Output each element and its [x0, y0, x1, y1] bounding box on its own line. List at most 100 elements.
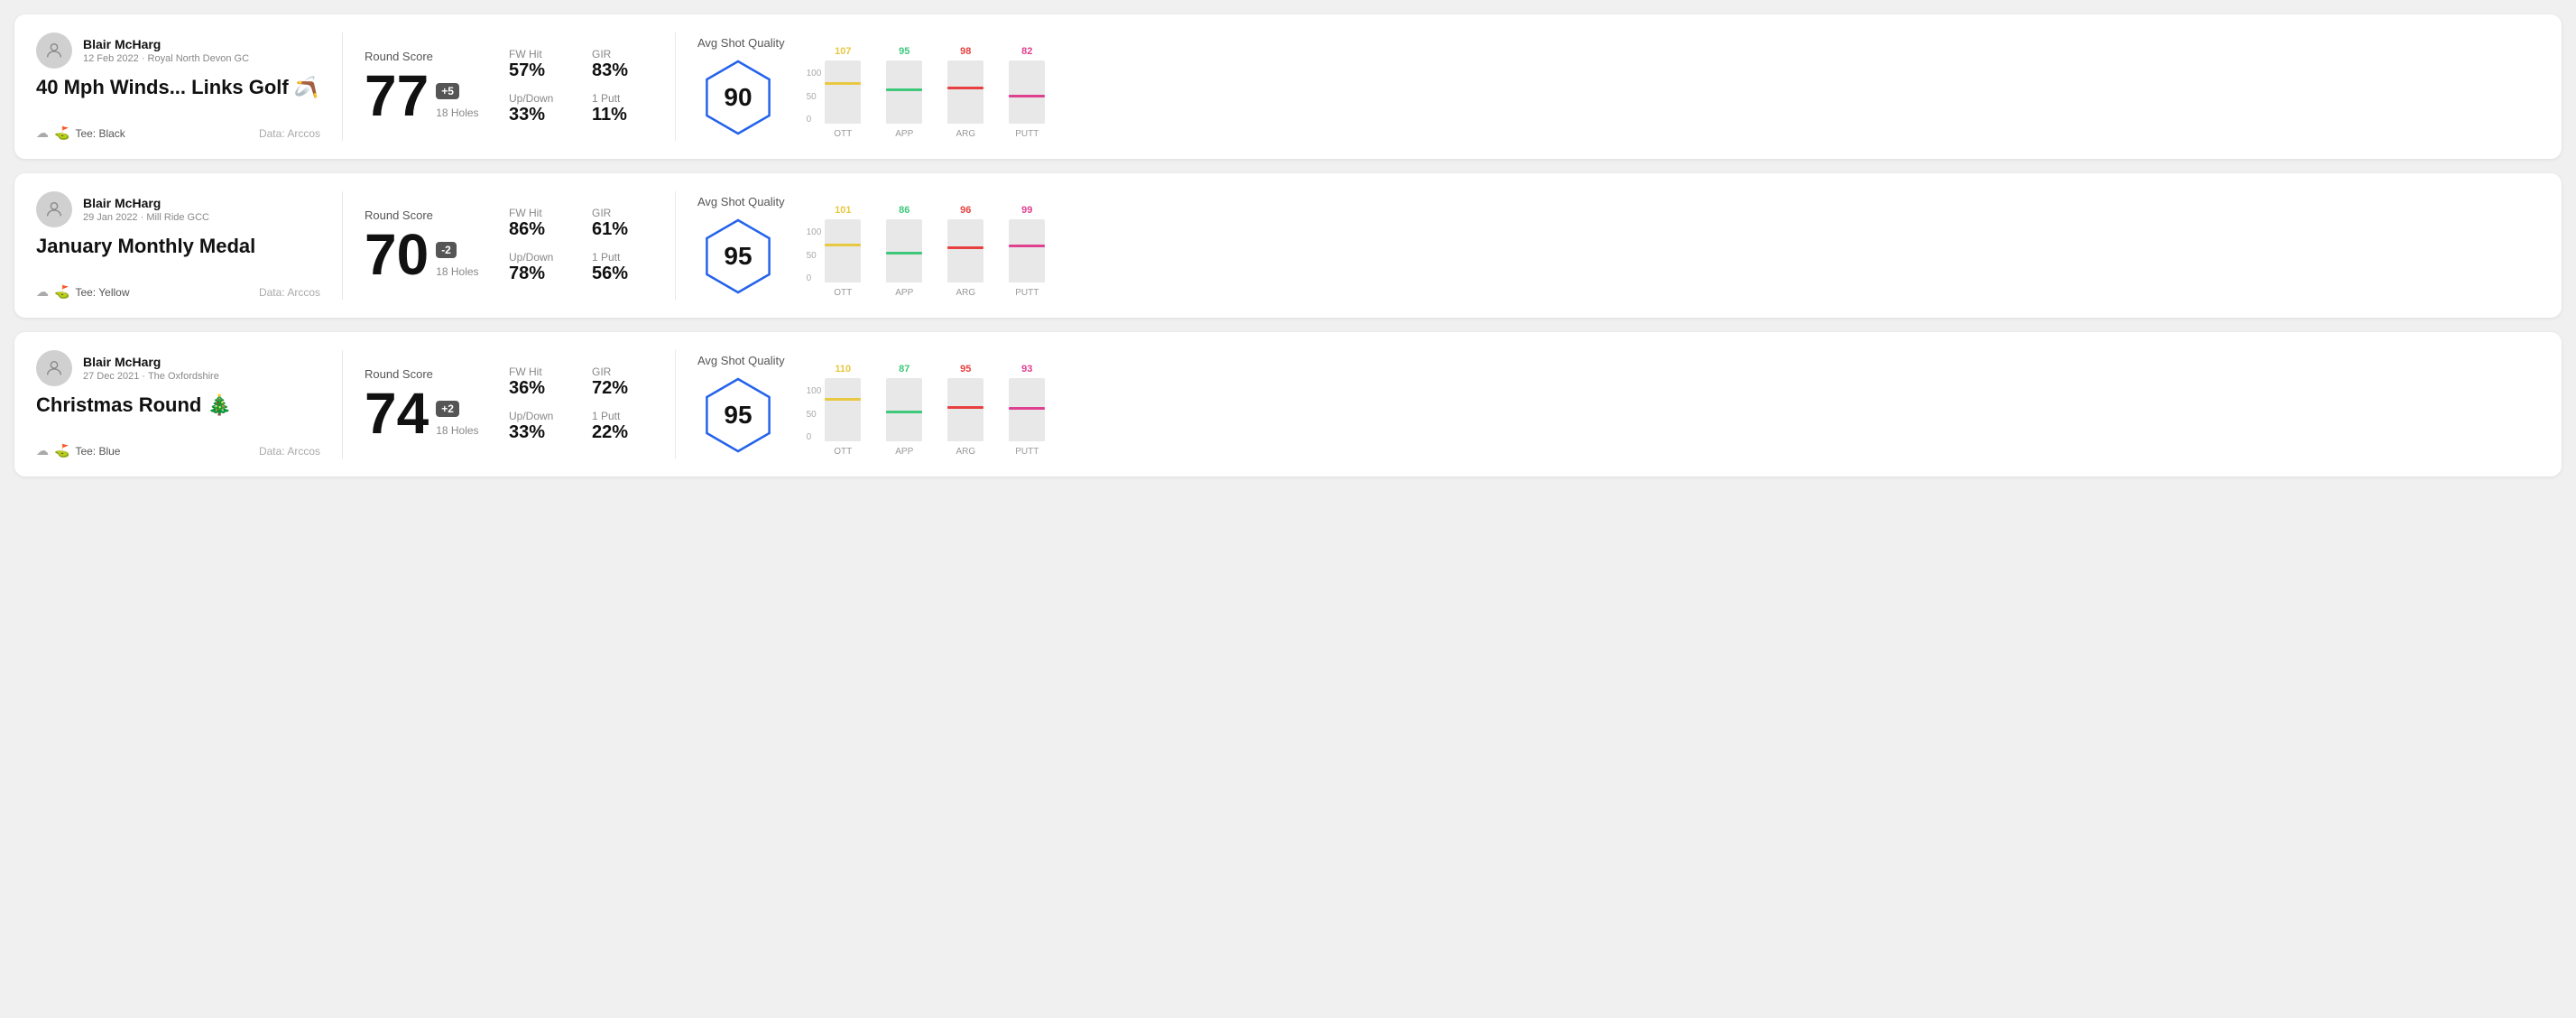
oneputt-label: 1 Putt [592, 410, 653, 422]
fw-hit-value: 57% [509, 60, 570, 81]
user-name: Blair McHarg [83, 355, 219, 369]
fw-hit-label: FW Hit [509, 207, 570, 219]
score-diff-badge: +5 [436, 83, 459, 99]
gir-label: GIR [592, 48, 653, 60]
score-block: Round Score 70 -2 18 Holes [365, 208, 509, 283]
bag-icon: ⛳ [54, 443, 69, 458]
round-title: 40 Mph Winds... Links Golf 🪃 [36, 76, 320, 99]
middle-section: Round Score 70 -2 18 Holes FW Hit 86% GI… [343, 191, 676, 300]
left-section: Blair McHarg 27 Dec 2021 · The Oxfordshi… [36, 350, 343, 458]
bar-value-ott: 110 [835, 364, 851, 375]
left-section: Blair McHarg 29 Jan 2022 · Mill Ride GCC… [36, 191, 343, 300]
score-diff-badge: -2 [436, 242, 457, 258]
user-info: Blair McHarg 27 Dec 2021 · The Oxfordshi… [83, 355, 219, 382]
oneputt-value: 11% [592, 105, 653, 125]
avatar [36, 350, 72, 386]
bar-marker-app [886, 252, 922, 255]
hexagon-container: 95 [697, 216, 779, 297]
user-row: Blair McHarg 12 Feb 2022 · Royal North D… [36, 32, 320, 69]
cloud-icon: ☁ [36, 125, 49, 141]
updown-stat: Up/Down 33% [509, 92, 570, 125]
bar-group-app: 95 APP [886, 46, 922, 139]
fw-hit-stat: FW Hit 57% [509, 48, 570, 81]
bar-value-arg: 96 [960, 205, 971, 216]
stats-block: FW Hit 86% GIR 61% Up/Down 78% 1 Putt 56… [509, 207, 653, 284]
oneputt-stat: 1 Putt 11% [592, 92, 653, 125]
hexagon-container: 90 [697, 57, 779, 138]
footer-row: ☁ ⛳ Tee: Blue Data: Arccos [36, 443, 320, 458]
score-diff-badge: +2 [436, 401, 459, 417]
tee-info: ☁ ⛳ Tee: Blue [36, 443, 120, 458]
oneputt-label: 1 Putt [592, 92, 653, 105]
bar-group-app: 87 APP [886, 364, 922, 457]
score-holes: 18 Holes [436, 106, 478, 119]
updown-label: Up/Down [509, 251, 570, 264]
gir-value: 83% [592, 60, 653, 81]
right-section: Avg Shot Quality 95 100 50 0 110 O [676, 350, 2540, 458]
hex-score: 95 [724, 401, 752, 430]
bar-wrapper-app [886, 378, 922, 441]
bar-group-ott: 107 OTT [825, 46, 861, 139]
bar-value-ott: 107 [835, 46, 851, 57]
gir-stat: GIR 72% [592, 366, 653, 399]
bar-value-putt: 93 [1021, 364, 1032, 375]
score-number: 74 [365, 384, 429, 442]
bar-marker-app [886, 411, 922, 413]
bar-marker-ott [825, 244, 861, 246]
bar-fill-bg [1009, 95, 1045, 124]
quality-label: Avg Shot Quality [697, 195, 785, 208]
bar-wrapper-app [886, 60, 922, 124]
bar-marker-arg [947, 246, 983, 249]
bar-fill-bg [825, 398, 861, 441]
oneputt-value: 56% [592, 264, 653, 284]
bar-wrapper-ott [825, 219, 861, 282]
bar-fill-bg [825, 82, 861, 124]
right-section: Avg Shot Quality 90 100 50 0 107 O [676, 32, 2540, 141]
bag-icon: ⛳ [54, 284, 69, 300]
gir-label: GIR [592, 207, 653, 219]
tee-label: Tee: Yellow [75, 286, 129, 299]
stats-block: FW Hit 57% GIR 83% Up/Down 33% 1 Putt 11… [509, 48, 653, 125]
quality-block: Avg Shot Quality 95 [697, 195, 785, 297]
gir-value: 61% [592, 219, 653, 240]
quality-block: Avg Shot Quality 95 [697, 354, 785, 456]
bar-fill-bg [947, 246, 983, 282]
bar-group-app: 86 APP [886, 205, 922, 298]
score-number: 70 [365, 226, 429, 283]
bar-value-putt: 82 [1021, 46, 1032, 57]
updown-stat: Up/Down 78% [509, 251, 570, 284]
bar-wrapper-arg [947, 378, 983, 441]
bar-fill-bg [1009, 245, 1045, 282]
tee-info: ☁ ⛳ Tee: Black [36, 125, 125, 141]
fw-hit-label: FW Hit [509, 48, 570, 60]
oneputt-label: 1 Putt [592, 251, 653, 264]
date-course: 27 Dec 2021 · The Oxfordshire [83, 371, 219, 382]
cloud-icon: ☁ [36, 443, 49, 458]
round-title: Christmas Round 🎄 [36, 393, 320, 417]
bar-label-arg: ARG [956, 447, 975, 457]
user-row: Blair McHarg 29 Jan 2022 · Mill Ride GCC [36, 191, 320, 227]
score-holes: 18 Holes [436, 424, 478, 437]
user-info: Blair McHarg 12 Feb 2022 · Royal North D… [83, 37, 249, 64]
bar-group-arg: 95 ARG [947, 364, 983, 457]
user-name: Blair McHarg [83, 196, 209, 210]
bar-fill-bg [886, 411, 922, 441]
fw-hit-label: FW Hit [509, 366, 570, 378]
score-number: 77 [365, 67, 429, 125]
bar-marker-app [886, 88, 922, 91]
data-source: Data: Arccos [259, 286, 320, 299]
bar-group-ott: 110 OTT [825, 364, 861, 457]
bar-label-putt: PUTT [1015, 447, 1039, 457]
gir-stat: GIR 61% [592, 207, 653, 240]
bar-value-app: 95 [899, 46, 909, 57]
data-source: Data: Arccos [259, 445, 320, 458]
user-info: Blair McHarg 29 Jan 2022 · Mill Ride GCC [83, 196, 209, 223]
bar-label-arg: ARG [956, 129, 975, 139]
fw-hit-stat: FW Hit 86% [509, 207, 570, 240]
y-axis-max: 100 [807, 227, 822, 237]
bar-marker-putt [1009, 95, 1045, 97]
avatar [36, 191, 72, 227]
middle-section: Round Score 74 +2 18 Holes FW Hit 36% GI… [343, 350, 676, 458]
middle-section: Round Score 77 +5 18 Holes FW Hit 57% GI… [343, 32, 676, 141]
bar-label-app: APP [895, 129, 913, 139]
